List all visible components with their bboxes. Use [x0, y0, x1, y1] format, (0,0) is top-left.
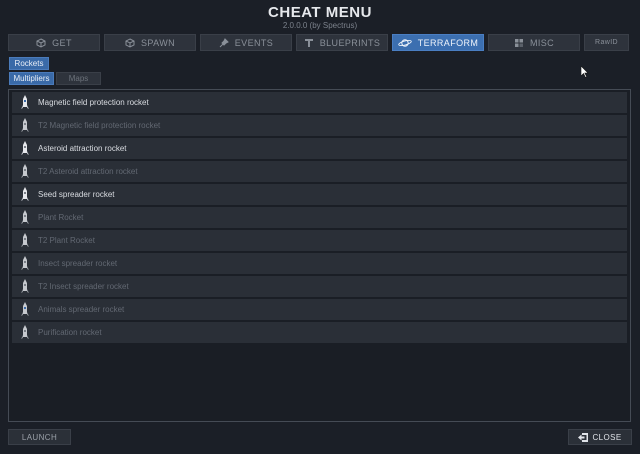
tab-terraform-label: TERRAFORM [417, 37, 479, 48]
rocket-label: Asteroid attraction rocket [38, 144, 127, 153]
launch-button[interactable]: LAUNCH [8, 429, 71, 445]
tab-terraform[interactable]: TERRAFORM [392, 34, 484, 51]
list-item-asteroid-rocket[interactable]: Asteroid attraction rocket [12, 138, 627, 159]
list-item-t2-plant-rocket[interactable]: T2 Plant Rocket [12, 230, 627, 251]
rocket-label: Animals spreader rocket [38, 305, 125, 314]
rocket-list: Magnetic field protection rocket T2 Magn… [8, 89, 631, 422]
list-item-t2-asteroid-rocket[interactable]: T2 Asteroid attraction rocket [12, 161, 627, 182]
tab-blueprints-label: BLUEPRINTS [319, 37, 381, 48]
rocket-label: T2 Plant Rocket [38, 236, 95, 245]
cube-icon [36, 37, 46, 48]
menu-title: CHEAT MENU [268, 4, 372, 21]
rocket-icon [21, 324, 29, 339]
rocket-label: Plant Rocket [38, 213, 84, 222]
rocket-icon [21, 186, 29, 201]
tab-spawn-label: SPAWN [140, 37, 175, 48]
tab-rawid-label: RawID [594, 39, 618, 46]
mouse-cursor-icon [581, 66, 589, 78]
exit-icon [578, 432, 589, 442]
list-item-t2-magnetic-field-rocket[interactable]: T2 Magnetic field protection rocket [12, 115, 627, 136]
tab-events[interactable]: EVENTS [200, 34, 292, 51]
tab-get-label: GET [52, 37, 72, 48]
list-item-animals-spreader-rocket[interactable]: Animals spreader rocket [12, 299, 627, 320]
grid-icon [514, 38, 523, 47]
close-button[interactable]: CLOSE [568, 429, 632, 445]
list-item-insect-spreader-rocket[interactable]: Insect spreader rocket [12, 253, 627, 274]
rocket-label: Seed spreader rocket [38, 190, 115, 199]
version-subtitle: 2.0.0.0 (by Spectrus) [282, 21, 358, 30]
rocket-icon [21, 301, 29, 316]
rocket-icon [21, 117, 29, 132]
category-rockets-button[interactable]: Rockets [9, 57, 49, 70]
rocket-icon [21, 163, 29, 178]
tab-get[interactable]: GET [8, 34, 100, 51]
pin-icon [219, 37, 229, 47]
rocket-icon [21, 140, 29, 155]
subtab-maps[interactable]: Maps [56, 72, 101, 85]
rocket-label: Magnetic field protection rocket [38, 98, 149, 107]
close-label: CLOSE [592, 432, 622, 442]
tab-rawid[interactable]: RawID [584, 34, 629, 51]
tab-blueprints[interactable]: BLUEPRINTS [296, 34, 388, 51]
rocket-icon [21, 278, 29, 293]
list-item-seed-spreader-rocket[interactable]: Seed spreader rocket [12, 184, 627, 205]
rocket-label: Insect spreader rocket [38, 259, 118, 268]
cube-outline-icon [125, 37, 135, 48]
tab-misc[interactable]: MISC [488, 34, 580, 51]
rocket-label: Purification rocket [38, 328, 102, 337]
tab-spawn[interactable]: SPAWN [104, 34, 196, 51]
rocket-label: T2 Asteroid attraction rocket [38, 167, 138, 176]
list-item-plant-rocket[interactable]: Plant Rocket [12, 207, 627, 228]
rocket-label: T2 Magnetic field protection rocket [38, 121, 161, 130]
subtab-multipliers[interactable]: Multipliers [9, 72, 54, 85]
tab-events-label: EVENTS [234, 37, 274, 48]
rocket-label: T2 Insect spreader rocket [38, 282, 129, 291]
t-icon [304, 38, 313, 47]
rocket-icon [21, 94, 29, 109]
list-item-purification-rocket[interactable]: Purification rocket [12, 322, 627, 343]
list-item-magnetic-field-rocket[interactable]: Magnetic field protection rocket [12, 92, 627, 113]
rocket-icon [21, 255, 29, 270]
list-item-t2-insect-spreader-rocket[interactable]: T2 Insect spreader rocket [12, 276, 627, 297]
planet-icon [397, 38, 412, 47]
rocket-icon [21, 232, 29, 247]
tab-misc-label: MISC [529, 37, 555, 48]
rocket-icon [21, 209, 29, 224]
